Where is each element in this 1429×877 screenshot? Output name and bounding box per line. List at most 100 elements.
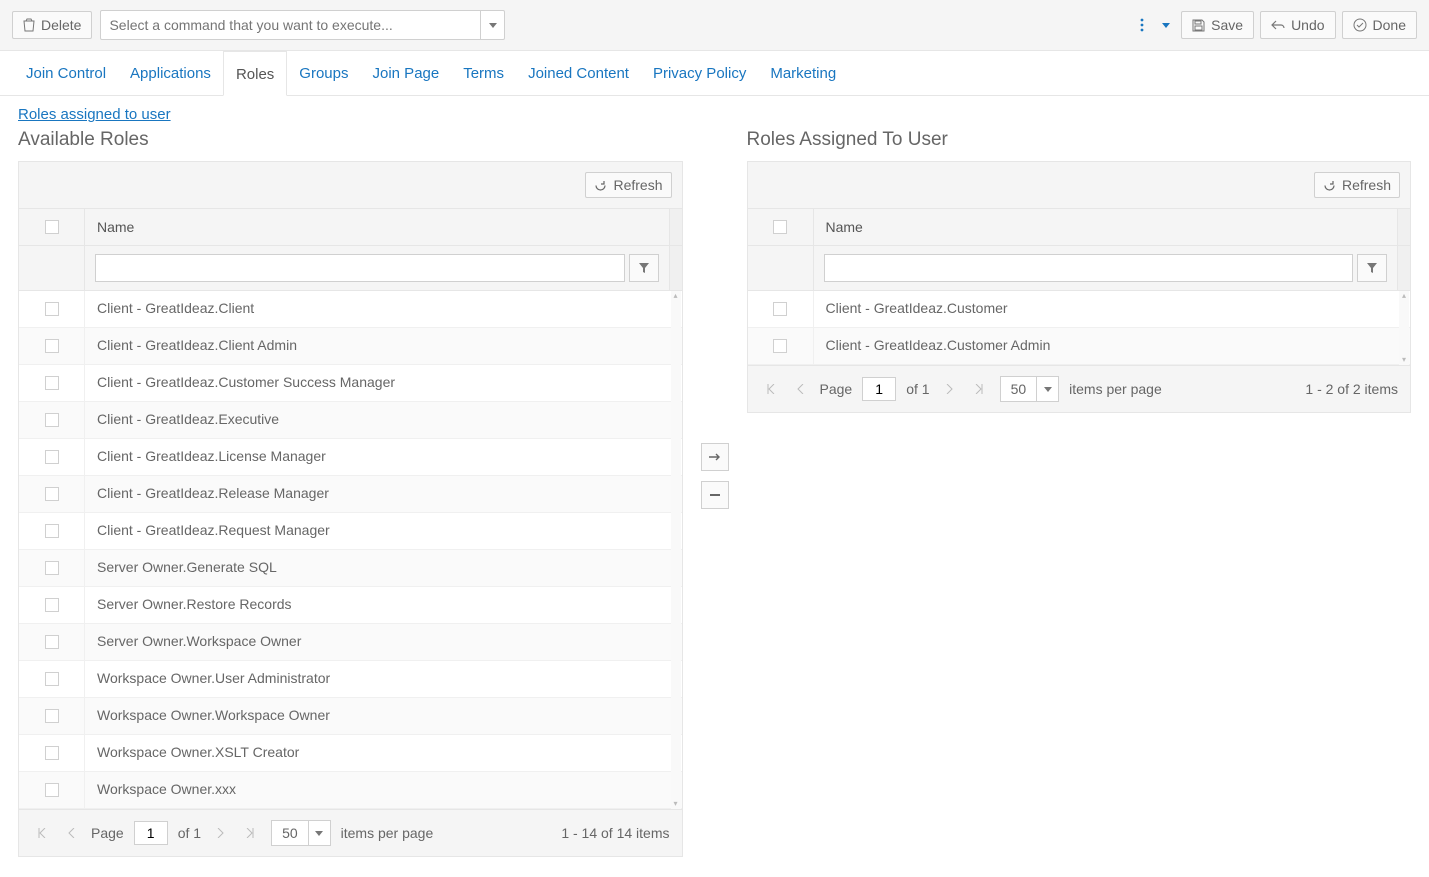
name-filter-input[interactable]: [95, 254, 625, 282]
page-size-select[interactable]: 50: [1000, 376, 1060, 402]
table-row[interactable]: Client - GreatIdeaz.Customer Admin: [748, 328, 1411, 365]
select-all-cell[interactable]: [748, 209, 814, 245]
table-row[interactable]: Server Owner.Generate SQL: [19, 550, 682, 587]
command-combo[interactable]: [100, 10, 505, 40]
tab-applications[interactable]: Applications: [118, 51, 223, 95]
command-input[interactable]: [101, 13, 480, 37]
tab-joined-content[interactable]: Joined Content: [516, 51, 641, 95]
done-button[interactable]: Done: [1342, 11, 1417, 39]
filter-button[interactable]: [1357, 254, 1387, 282]
table-row[interactable]: Client - GreatIdeaz.Customer Success Man…: [19, 365, 682, 402]
table-row[interactable]: Client - GreatIdeaz.Request Manager: [19, 513, 682, 550]
last-page-button[interactable]: [241, 823, 261, 843]
checkbox-icon: [773, 339, 787, 353]
checkbox-icon: [773, 302, 787, 316]
filter-check-spacer: [19, 246, 85, 290]
page-size-value: 50: [1001, 378, 1037, 400]
add-role-button[interactable]: [701, 443, 729, 471]
filter-button[interactable]: [629, 254, 659, 282]
table-row[interactable]: Client - GreatIdeaz.License Manager: [19, 439, 682, 476]
row-checkbox-cell[interactable]: [19, 328, 85, 364]
checkbox-icon: [45, 635, 59, 649]
scroll-up-icon[interactable]: ▴: [1399, 291, 1409, 301]
name-filter-input[interactable]: [824, 254, 1354, 282]
filter-input-wrap: [85, 246, 670, 290]
row-checkbox-cell[interactable]: [19, 661, 85, 697]
select-all-cell[interactable]: [19, 209, 85, 245]
table-row[interactable]: Client - GreatIdeaz.Release Manager: [19, 476, 682, 513]
row-checkbox-cell[interactable]: [19, 550, 85, 586]
page-size-caret[interactable]: [1036, 377, 1058, 401]
table-row[interactable]: Server Owner.Workspace Owner: [19, 624, 682, 661]
name-column-header[interactable]: Name: [85, 209, 670, 245]
row-name: Client - GreatIdeaz.Release Manager: [85, 476, 682, 512]
checkbox-icon: [45, 413, 59, 427]
scroll-up-icon[interactable]: ▴: [671, 291, 681, 301]
scroll-down-icon[interactable]: ▾: [671, 799, 681, 809]
table-row[interactable]: Workspace Owner.xxx: [19, 772, 682, 809]
row-checkbox-cell[interactable]: [19, 735, 85, 771]
scrollbar[interactable]: ▴ ▾: [1399, 291, 1409, 365]
table-row[interactable]: Client - GreatIdeaz.Executive: [19, 402, 682, 439]
table-row[interactable]: Workspace Owner.User Administrator: [19, 661, 682, 698]
scrollbar[interactable]: ▴ ▾: [671, 291, 681, 809]
table-row[interactable]: Client - GreatIdeaz.Client: [19, 291, 682, 328]
name-column-header[interactable]: Name: [814, 209, 1399, 245]
tab-roles[interactable]: Roles: [223, 51, 287, 96]
command-caret[interactable]: [480, 11, 504, 39]
row-checkbox-cell[interactable]: [19, 624, 85, 660]
page-input[interactable]: [134, 821, 168, 845]
row-checkbox-cell[interactable]: [19, 772, 85, 808]
save-disk-icon: [1192, 19, 1205, 32]
prev-page-button[interactable]: [61, 823, 81, 843]
scroll-down-icon[interactable]: ▾: [1399, 355, 1409, 365]
row-checkbox-cell[interactable]: [748, 291, 814, 327]
last-page-button[interactable]: [970, 379, 990, 399]
table-row[interactable]: Client - GreatIdeaz.Customer: [748, 291, 1411, 328]
dropdown-caret-icon[interactable]: [1157, 16, 1175, 34]
row-checkbox-cell[interactable]: [19, 587, 85, 623]
row-checkbox-cell[interactable]: [19, 476, 85, 512]
table-row[interactable]: Client - GreatIdeaz.Client Admin: [19, 328, 682, 365]
filter-check-spacer: [748, 246, 814, 290]
row-checkbox-cell[interactable]: [19, 402, 85, 438]
refresh-button-left[interactable]: Refresh: [585, 172, 671, 198]
checkbox-icon: [45, 339, 59, 353]
prev-page-button[interactable]: [790, 379, 810, 399]
pager-summary: 1 - 14 of 14 items: [561, 825, 669, 841]
row-checkbox-cell[interactable]: [748, 328, 814, 364]
first-page-button[interactable]: [31, 823, 51, 843]
save-label: Save: [1211, 17, 1243, 33]
save-button[interactable]: Save: [1181, 11, 1254, 39]
row-checkbox-cell[interactable]: [19, 365, 85, 401]
grid-body-right: Client - GreatIdeaz.CustomerClient - Gre…: [748, 291, 1411, 365]
remove-role-button[interactable]: [701, 481, 729, 509]
first-page-button[interactable]: [760, 379, 780, 399]
next-page-button[interactable]: [211, 823, 231, 843]
tab-marketing[interactable]: Marketing: [758, 51, 848, 95]
page-input[interactable]: [862, 377, 896, 401]
tab-join-control[interactable]: Join Control: [14, 51, 118, 95]
next-page-button[interactable]: [940, 379, 960, 399]
checkbox-icon: [45, 302, 59, 316]
tab-terms[interactable]: Terms: [451, 51, 516, 95]
breadcrumb[interactable]: Roles assigned to user: [18, 106, 171, 123]
row-checkbox-cell[interactable]: [19, 291, 85, 327]
row-checkbox-cell[interactable]: [19, 513, 85, 549]
refresh-icon: [594, 179, 607, 192]
row-checkbox-cell[interactable]: [19, 698, 85, 734]
row-checkbox-cell[interactable]: [19, 439, 85, 475]
tab-groups[interactable]: Groups: [287, 51, 360, 95]
table-row[interactable]: Workspace Owner.XSLT Creator: [19, 735, 682, 772]
page-size-select[interactable]: 50: [271, 820, 331, 846]
table-row[interactable]: Workspace Owner.Workspace Owner: [19, 698, 682, 735]
undo-button[interactable]: Undo: [1260, 11, 1335, 39]
tab-privacy-policy[interactable]: Privacy Policy: [641, 51, 758, 95]
page-size-caret[interactable]: [308, 821, 330, 845]
undo-arrow-icon: [1271, 20, 1285, 30]
vertical-dots-icon[interactable]: [1133, 16, 1151, 34]
tab-join-page[interactable]: Join Page: [361, 51, 452, 95]
table-row[interactable]: Server Owner.Restore Records: [19, 587, 682, 624]
delete-button[interactable]: Delete: [12, 11, 92, 39]
refresh-button-right[interactable]: Refresh: [1314, 172, 1400, 198]
